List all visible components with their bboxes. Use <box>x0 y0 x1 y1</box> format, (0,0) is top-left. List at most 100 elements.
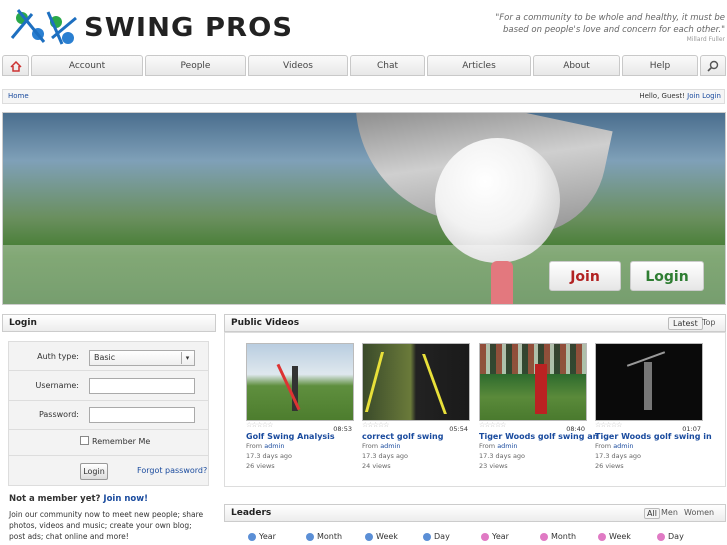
nav-about[interactable]: About <box>533 55 620 76</box>
breadcrumb-home-link[interactable]: Home <box>8 92 29 100</box>
video-views: 26 views <box>595 462 624 470</box>
nav-people[interactable]: People <box>145 55 246 76</box>
hero-banner: Join Login <box>2 112 726 305</box>
video-title-link[interactable]: Tiger Woods golf swing in s <box>595 432 713 441</box>
tab-all[interactable]: All <box>644 508 660 519</box>
join-description: Join our community now to meet new peopl… <box>9 510 204 541</box>
video-title-link[interactable]: Golf Swing Analysis <box>246 432 364 441</box>
login-form: Auth type: Basic ▾ Username: Password: R… <box>8 341 209 486</box>
password-label: Password: <box>38 410 79 419</box>
header-login-link[interactable]: Login <box>702 92 721 100</box>
video-card[interactable]: ☆☆☆☆☆ 05:54 correct golf swing From admi… <box>362 343 470 471</box>
from-label: From <box>479 442 496 450</box>
password-input[interactable] <box>89 407 195 423</box>
video-age: 17.3 days ago <box>595 452 642 460</box>
video-author: From admin <box>479 441 587 451</box>
from-label: From <box>246 442 263 450</box>
author-link[interactable]: admin <box>380 442 400 450</box>
period-label: Day <box>434 532 450 541</box>
period-label: Week <box>376 532 398 541</box>
auth-type-value: Basic <box>94 353 116 362</box>
hero-join-button[interactable]: Join <box>549 261 621 291</box>
period-label: Week <box>609 532 631 541</box>
leaders-women-year[interactable]: Year <box>481 532 509 541</box>
video-duration: 01:07 <box>682 425 701 433</box>
video-age: 17.3 days ago <box>479 452 526 460</box>
remember-me-checkbox[interactable] <box>80 436 89 445</box>
leaders-women-day[interactable]: Day <box>657 532 684 541</box>
login-panel-title: Login <box>2 314 216 332</box>
home-icon <box>9 60 22 72</box>
home-nav-button[interactable] <box>2 55 29 76</box>
auth-type-select[interactable]: Basic ▾ <box>89 350 195 366</box>
search-button[interactable] <box>700 55 726 76</box>
remember-me-label: Remember Me <box>92 437 151 446</box>
period-label: Year <box>259 532 276 541</box>
period-label: Year <box>492 532 509 541</box>
video-age: 17.3 days ago <box>246 452 293 460</box>
golfer-figure <box>644 362 652 410</box>
nav-chat[interactable]: Chat <box>350 55 425 76</box>
female-icon <box>657 532 665 541</box>
swing-line <box>364 352 415 412</box>
period-label: Month <box>551 532 577 541</box>
from-label: From <box>595 442 612 450</box>
video-author: From admin <box>362 441 470 451</box>
not-member-heading: Not a member yet? Join now! <box>9 494 148 504</box>
forgot-password-link[interactable]: Forgot password? <box>137 466 207 475</box>
period-label: Month <box>317 532 343 541</box>
breadcrumb-bar <box>2 89 725 104</box>
nav-help[interactable]: Help <box>622 55 698 76</box>
video-thumbnail[interactable] <box>246 343 354 421</box>
videos-panel-title: Public Videos <box>224 314 726 332</box>
golfer-figure <box>535 364 547 414</box>
nav-articles[interactable]: Articles <box>427 55 531 76</box>
leaders-men-year[interactable]: Year <box>248 532 276 541</box>
tab-top[interactable]: Top <box>698 317 720 328</box>
tab-women[interactable]: Women <box>684 508 714 517</box>
video-duration: 08:40 <box>566 425 585 433</box>
hero-login-button[interactable]: Login <box>630 261 704 291</box>
video-author: From admin <box>246 441 354 451</box>
divider <box>9 400 208 401</box>
leaders-men-day[interactable]: Day <box>423 532 450 541</box>
male-icon <box>423 532 431 541</box>
nav-videos[interactable]: Videos <box>248 55 348 76</box>
auth-type-label: Auth type: <box>37 352 79 361</box>
join-now-link[interactable]: Join now! <box>103 494 148 504</box>
quote-author: Millard Fuller <box>686 36 725 43</box>
guest-greeting: Hello, Guest! Join Login <box>639 92 721 100</box>
swing-line <box>422 354 469 414</box>
leaders-men-week[interactable]: Week <box>365 532 398 541</box>
video-card[interactable]: ☆☆☆☆☆ 01:07 Tiger Woods golf swing in s … <box>595 343 713 471</box>
divider <box>9 455 208 456</box>
leaders-men-month[interactable]: Month <box>306 532 342 541</box>
leaders-women-month[interactable]: Month <box>540 532 576 541</box>
tab-men[interactable]: Men <box>661 508 678 517</box>
chevron-down-icon: ▾ <box>181 352 193 364</box>
author-link[interactable]: admin <box>613 442 633 450</box>
site-logo-text: SWING PROS <box>84 13 294 43</box>
username-input[interactable] <box>89 378 195 394</box>
female-icon <box>540 532 548 541</box>
login-submit-button[interactable]: Login <box>80 463 108 480</box>
leaders-women-week[interactable]: Week <box>598 532 631 541</box>
video-thumbnail[interactable] <box>362 343 470 421</box>
video-views: 26 views <box>246 462 275 470</box>
logo-icon <box>10 9 77 45</box>
video-title-link[interactable]: correct golf swing <box>362 432 480 441</box>
video-card[interactable]: ☆☆☆☆☆ 08:40 Tiger Woods golf swing ana F… <box>479 343 597 471</box>
header-join-link[interactable]: Join <box>687 92 700 100</box>
nav-account[interactable]: Account <box>31 55 143 76</box>
search-icon <box>707 60 719 72</box>
video-thumbnail[interactable] <box>595 343 703 421</box>
video-views: 23 views <box>479 462 508 470</box>
author-link[interactable]: admin <box>264 442 284 450</box>
video-author: From admin <box>595 441 703 451</box>
video-duration: 05:54 <box>449 425 468 433</box>
video-thumbnail[interactable] <box>479 343 587 421</box>
video-age: 17.3 days ago <box>362 452 409 460</box>
video-card[interactable]: ☆☆☆☆☆ 08:53 Golf Swing Analysis From adm… <box>246 343 354 471</box>
video-title-link[interactable]: Tiger Woods golf swing ana <box>479 432 597 441</box>
author-link[interactable]: admin <box>497 442 517 450</box>
